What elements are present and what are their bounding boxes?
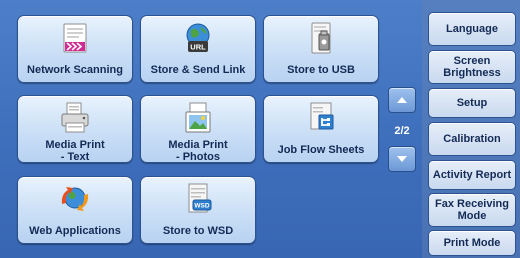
job-flow-sheets-label: Job Flow Sheets [277, 144, 365, 156]
svg-text:WSD: WSD [194, 203, 209, 210]
globe-arrows-icon [58, 182, 92, 216]
page-indicator: 2/2 [394, 125, 410, 137]
arrow-down-icon [397, 156, 407, 162]
printer-media-icon [58, 101, 92, 135]
fax-receiving-mode-button[interactable]: Fax Receiving Mode [428, 193, 516, 227]
store-send-link-label: Store & Send Link [150, 64, 246, 76]
store-to-usb-button[interactable]: Store to USB [263, 15, 379, 83]
network-scanning-button[interactable]: Network Scanning [17, 15, 133, 83]
calibration-button[interactable]: Calibration [428, 122, 516, 156]
screen-brightness-button[interactable]: Screen Brightness [428, 50, 516, 84]
media-print-photos-label: Media Print - Photos [168, 139, 228, 163]
usb-storage-icon [304, 21, 338, 55]
store-to-usb-label: Store to USB [287, 64, 355, 76]
media-print-photos-button[interactable]: Media Print - Photos [140, 95, 256, 163]
setup-button[interactable]: Setup [428, 88, 516, 118]
web-applications-label: Web Applications [29, 225, 121, 237]
activity-report-button[interactable]: Activity Report [428, 160, 516, 190]
scroll-down-button[interactable] [388, 146, 416, 172]
print-mode-button[interactable]: Print Mode [428, 230, 516, 256]
svg-text:URL: URL [190, 43, 206, 52]
store-to-wsd-label: Store to WSD [162, 225, 234, 237]
network-scanning-label: Network Scanning [27, 64, 123, 76]
photo-print-icon [181, 101, 215, 135]
media-print-text-label: Media Print - Text [45, 139, 105, 163]
media-print-text-button[interactable]: Media Print - Text [17, 95, 133, 163]
language-button[interactable]: Language [428, 12, 516, 46]
job-flow-sheet-icon [304, 101, 338, 135]
job-flow-sheets-button[interactable]: Job Flow Sheets [263, 95, 379, 163]
store-to-wsd-button[interactable]: WSD Store to WSD [140, 176, 256, 244]
scroll-up-button[interactable] [388, 87, 416, 113]
web-applications-button[interactable]: Web Applications [17, 176, 133, 244]
arrow-up-icon [397, 97, 407, 103]
url-globe-icon: URL [181, 21, 215, 55]
store-send-link-button[interactable]: URL Store & Send Link [140, 15, 256, 83]
network-scanning-icon [58, 21, 92, 55]
wsd-icon: WSD [181, 182, 215, 216]
